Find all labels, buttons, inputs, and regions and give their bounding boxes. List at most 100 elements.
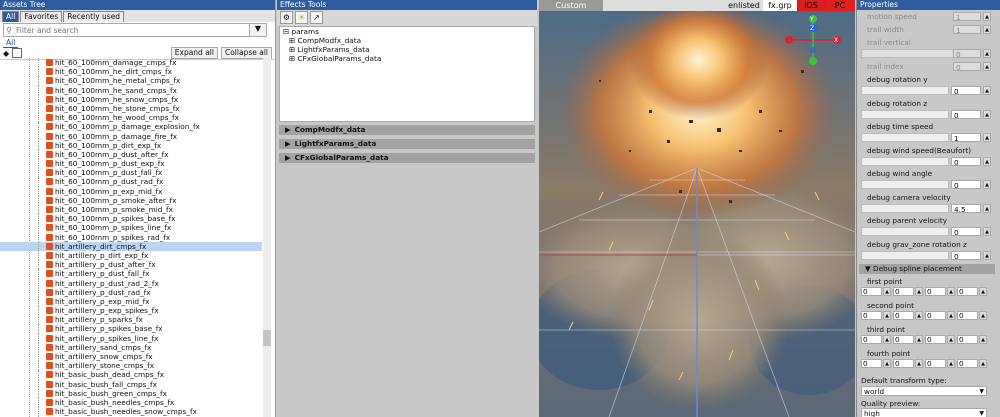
fourth-point-spinner[interactable]: ▲ <box>915 359 923 368</box>
asset-list-item[interactable]: hit_basic_bush_dead_cmps_fx <box>0 370 262 380</box>
fourth-point-component[interactable]: 0 <box>925 359 946 368</box>
asset-list-item[interactable]: hit_basic_bush_green_cmps_fx <box>0 388 262 399</box>
asset-list-item[interactable]: hit_60_100mm_p_dust_fall_fx <box>0 168 262 178</box>
expand-icon[interactable]: ⊞ <box>289 36 295 45</box>
assets-scrollbar-thumb[interactable] <box>263 330 271 346</box>
platform-pc-badge[interactable]: PC <box>825 0 855 11</box>
asset-list-item[interactable]: hit_60_100mm_p_spikes_rad_fx <box>0 232 262 242</box>
asset-list-item[interactable]: hit_60_100mm_he_metal_cmps_fx <box>0 76 262 86</box>
debug-wind-speed-spinner[interactable]: ▲ <box>983 156 991 166</box>
export-icon[interactable]: ↗ <box>310 11 323 24</box>
asset-list-item[interactable]: hit_60_100mm_p_dust_exp_fx <box>0 159 262 169</box>
asset-list-item[interactable]: hit_60_100mm_he_dirt_cmps_fx <box>0 67 262 77</box>
second-point-component[interactable]: 0 <box>925 311 946 320</box>
tag-icon[interactable]: ◆ <box>3 49 9 58</box>
tab-recently-used[interactable]: Recently used <box>63 11 125 22</box>
fourth-point-spinner[interactable]: ▲ <box>947 359 955 368</box>
gear-icon[interactable]: ⚙ <box>280 11 293 24</box>
first-point-component[interactable]: 0 <box>893 287 914 296</box>
debug-rotation-y-field[interactable]: 0 <box>951 86 981 96</box>
debug-rotation-y-spinner[interactable]: ▲ <box>983 86 991 95</box>
debug-grav-zone-rotation-z-slider[interactable] <box>861 250 949 260</box>
gizmo-neg-x-handle[interactable] <box>785 36 793 44</box>
tree-node-cfxglobal[interactable]: ⊞ CFxGlobalParams_data <box>280 54 534 63</box>
asset-list-item[interactable]: hit_60_100mm_he_wood_cmps_fx <box>0 113 262 123</box>
asset-list-item[interactable]: hit_artillery_p_dust_rad_fx <box>0 287 262 298</box>
platform-ios-badge[interactable]: iOS <box>797 0 825 11</box>
assets-scrollbar[interactable] <box>263 58 271 417</box>
section-cfxglobal[interactable]: ▶ CFxGlobalParams_data <box>279 153 535 163</box>
debug-rotation-z-field[interactable]: 0 <box>951 109 981 120</box>
tab-favorites[interactable]: Favorites <box>20 11 63 22</box>
asset-list-item[interactable]: hit_60_100mm_p_spikes_base_fx <box>0 214 262 224</box>
spline-placement-header[interactable]: ▼ Debug spline placement <box>859 264 995 274</box>
asset-list-item[interactable]: hit_60_100mm_p_dust_rad_fx <box>0 177 262 187</box>
asset-list-item[interactable]: hit_60_100mm_he_snow_cmps_fx <box>0 94 262 105</box>
debug-rotation-y-slider[interactable] <box>861 86 949 95</box>
first-point-component[interactable]: 0 <box>925 287 946 296</box>
fourth-point-spinner[interactable]: ▲ <box>883 359 891 368</box>
debug-time-speed-slider[interactable] <box>861 133 949 142</box>
asset-list-item[interactable]: hit_60_100mm_p_spikes_line_fx <box>0 223 262 233</box>
file-label[interactable]: fx.grp <box>763 0 797 11</box>
first-point-spinner[interactable]: ▲ <box>947 287 955 296</box>
tree-node-compmodfx[interactable]: ⊞ CompModfx_data <box>280 36 534 45</box>
filter-all-label[interactable]: All <box>3 38 19 48</box>
gizmo-neg-y-handle[interactable] <box>809 57 817 65</box>
asset-list-item[interactable]: hit_60_100mm_damage_cmps_fx <box>0 58 262 68</box>
asset-list-item[interactable]: hit_artillery_p_spikes_line_fx <box>0 333 262 344</box>
quality-preview-select[interactable]: high ▼ <box>861 408 987 417</box>
asset-list-item[interactable]: hit_artillery_p_dirt_exp_fx <box>0 250 262 261</box>
viewport-scene[interactable]: Y Z X <box>539 0 855 417</box>
asset-list-item[interactable]: hit_artillery_p_sparks_fx <box>0 315 262 325</box>
tree-node-lightfx[interactable]: ⊞ LightfxParams_data <box>280 45 534 54</box>
filter-funnel-icon[interactable]: ▼ <box>249 23 267 37</box>
asset-list-item[interactable]: hit_60_100mm_p_damage_explosion_fx <box>0 122 262 132</box>
expand-icon[interactable]: ⊞ <box>289 45 295 54</box>
asset-list-item[interactable]: hit_60_100mm_p_dust_after_fx <box>0 149 262 160</box>
debug-grav-zone-rotation-z-spinner[interactable]: ▲ <box>983 250 991 260</box>
third-point-component[interactable]: 0 <box>861 335 882 344</box>
tab-all[interactable]: All <box>2 11 20 22</box>
debug-camera-velocity-slider[interactable] <box>861 203 949 213</box>
first-point-spinner[interactable]: ▲ <box>979 287 987 296</box>
first-point-spinner[interactable]: ▲ <box>915 287 923 296</box>
asset-list-item[interactable]: hit_artillery_snow_cmps_fx <box>0 352 262 362</box>
asset-list-item[interactable]: hit_artillery_p_spikes_base_fx <box>0 324 262 334</box>
debug-wind-angle-spinner[interactable]: ▲ <box>983 180 991 189</box>
debug-rotation-z-spinner[interactable]: ▲ <box>983 109 991 119</box>
debug-grav-zone-rotation-z-field[interactable]: 0 <box>951 250 981 261</box>
fourth-point-component[interactable]: 0 <box>861 359 882 368</box>
expand-icon[interactable]: ⊞ <box>289 54 295 63</box>
third-point-spinner[interactable]: ▲ <box>947 335 955 344</box>
asset-list-item[interactable]: hit_60_100mm_p_exp_mid_fx <box>0 186 262 197</box>
third-point-component[interactable]: 0 <box>957 335 978 344</box>
debug-time-speed-field[interactable]: 1 <box>951 133 981 143</box>
debug-wind-speed-field[interactable]: 0 <box>951 156 981 167</box>
debug-parent-velocity-field[interactable]: 0 <box>951 227 981 237</box>
fourth-point-component[interactable]: 0 <box>957 359 978 368</box>
debug-parent-velocity-spinner[interactable]: ▲ <box>983 227 991 236</box>
debug-wind-angle-slider[interactable] <box>861 180 949 189</box>
first-point-component[interactable]: 0 <box>861 287 882 296</box>
asset-list-item[interactable]: hit_basic_bush_needles_snow_cmps_fx <box>0 407 262 417</box>
asset-list-item[interactable]: hit_60_100mm_p_dirt_exp_fx <box>0 140 262 151</box>
asset-list-item[interactable]: hit_60_100mm_p_damage_fire_fx <box>0 131 262 141</box>
second-point-component[interactable]: 0 <box>893 311 914 320</box>
third-point-spinner[interactable]: ▲ <box>979 335 987 344</box>
first-point-component[interactable]: 0 <box>957 287 978 296</box>
second-point-spinner[interactable]: ▲ <box>979 311 987 320</box>
asset-list-item[interactable]: hit_artillery_dirt_cmps_fx <box>0 241 262 252</box>
third-point-component[interactable]: 0 <box>893 335 914 344</box>
asset-list-item[interactable]: hit_60_100mm_he_sand_cmps_fx <box>0 85 262 95</box>
second-point-component[interactable]: 0 <box>861 311 882 320</box>
tab-custom[interactable]: Custom <box>539 0 603 11</box>
section-lightfx[interactable]: ▶ LightfxParams_data <box>279 139 535 149</box>
asset-list-item[interactable]: hit_artillery_p_dust_fall_fx <box>0 269 262 279</box>
asset-list-item[interactable]: hit_basic_bush_needles_cmps_fx <box>0 397 262 408</box>
asset-list-item[interactable]: hit_artillery_sand_cmps_fx <box>0 342 262 353</box>
second-point-spinner[interactable]: ▲ <box>883 311 891 320</box>
collapse-icon[interactable]: ⊟ <box>283 27 289 36</box>
debug-camera-velocity-spinner[interactable]: ▲ <box>983 203 991 213</box>
asset-list-item[interactable]: hit_artillery_p_exp_spikes_fx <box>0 306 262 316</box>
